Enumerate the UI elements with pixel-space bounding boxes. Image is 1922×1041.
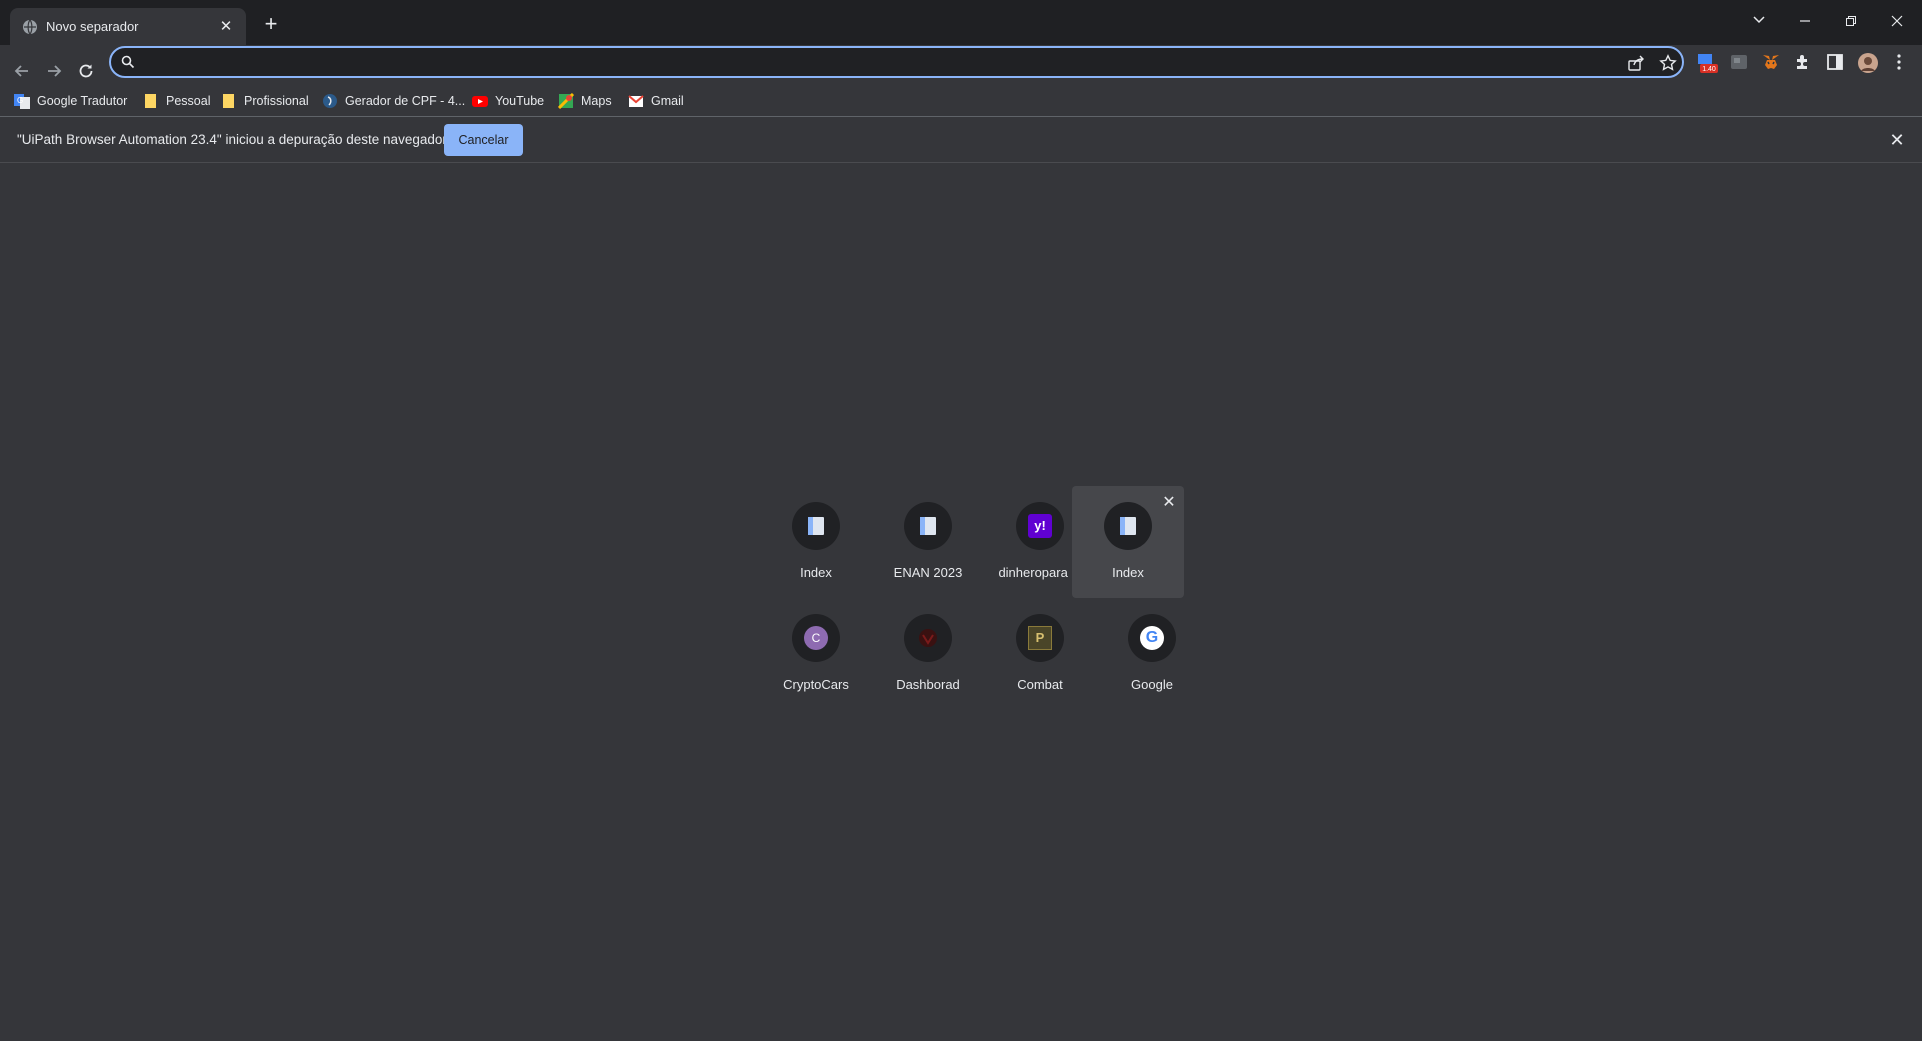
globe-icon xyxy=(23,19,37,35)
new-tab-button[interactable]: + xyxy=(260,13,282,35)
bookmark-label: YouTube xyxy=(495,94,545,108)
chevron-down-icon xyxy=(1753,16,1765,24)
svg-text:G: G xyxy=(17,96,23,105)
bookmark-youtube[interactable]: YouTube xyxy=(472,91,544,111)
close-window-button[interactable] xyxy=(1875,10,1919,36)
address-bar[interactable] xyxy=(109,46,1684,78)
yahoo-icon: y! xyxy=(1028,514,1052,538)
extension-gray-icon[interactable] xyxy=(1729,52,1749,72)
tile-label: Combat xyxy=(1017,677,1063,692)
tile-icon-circle xyxy=(904,502,952,550)
extensions-puzzle-icon[interactable] xyxy=(1793,52,1813,72)
back-button[interactable] xyxy=(8,57,36,85)
page-icon xyxy=(920,517,936,535)
tile-label: Dashborad xyxy=(896,677,960,692)
arrow-back-icon xyxy=(14,65,28,77)
combat-icon: P xyxy=(1028,626,1052,650)
shortcut-tile[interactable]: Index xyxy=(760,486,872,598)
profile-avatar[interactable] xyxy=(1857,52,1878,73)
bookmark-label: Gmail xyxy=(651,94,684,108)
search-icon xyxy=(121,55,135,69)
youtube-icon xyxy=(472,96,488,107)
menu-dots-icon[interactable] xyxy=(1889,52,1909,72)
shortcut-tile[interactable]: G Google xyxy=(1096,598,1208,710)
bookmark-google-tradutor[interactable]: G Google Tradutor xyxy=(14,91,127,111)
minimize-icon xyxy=(1800,20,1810,22)
infobar-message: "UiPath Browser Automation 23.4" iniciou… xyxy=(17,132,450,147)
page-icon xyxy=(1120,517,1136,535)
tab-title: Novo separador xyxy=(46,19,139,34)
share-icon[interactable] xyxy=(1627,54,1645,72)
restore-button[interactable] xyxy=(1829,10,1873,36)
cancel-button[interactable]: Cancelar xyxy=(444,124,523,156)
bookmark-label: Maps xyxy=(581,94,612,108)
gmail-icon xyxy=(628,95,644,107)
tile-icon-circle xyxy=(904,614,952,662)
tile-icon-circle: C xyxy=(792,614,840,662)
tile-label: Google xyxy=(1131,677,1173,692)
tile-label: Index xyxy=(800,565,832,580)
bookmark-label: Pessoal xyxy=(166,94,211,108)
shortcut-tile-hovered[interactable]: Index ✕ xyxy=(1072,486,1184,598)
infobar-close-icon[interactable]: ✕ xyxy=(1886,129,1908,151)
tab-close-icon[interactable]: ✕ xyxy=(216,17,236,37)
cryptocars-icon: C xyxy=(804,626,828,650)
bookmark-gerador-cpf[interactable]: Gerador de CPF - 4... xyxy=(322,91,465,111)
bookmark-folder-pessoal[interactable]: Pessoal xyxy=(143,91,210,111)
close-icon xyxy=(1891,15,1903,27)
tile-icon-circle: y! xyxy=(1016,502,1064,550)
bookmark-gmail[interactable]: Gmail xyxy=(628,91,684,111)
tile-label: Index xyxy=(1112,565,1144,580)
metamask-fox-icon[interactable] xyxy=(1761,52,1781,72)
tile-icon-circle: G xyxy=(1128,614,1176,662)
star-icon[interactable] xyxy=(1659,54,1677,72)
tab-search-button[interactable] xyxy=(1737,10,1781,36)
bookmark-label: Gerador de CPF - 4... xyxy=(345,94,466,108)
page-icon xyxy=(808,517,824,535)
remove-shortcut-icon[interactable]: ✕ xyxy=(1160,494,1178,512)
dashboard-icon xyxy=(919,629,937,647)
folder-icon xyxy=(223,94,234,108)
tile-icon-circle: P xyxy=(1016,614,1064,662)
bookmark-label: Google Tradutor xyxy=(37,94,128,108)
google-translate-icon: G xyxy=(14,94,30,109)
forward-button[interactable] xyxy=(40,57,68,85)
tab-novo-separador[interactable]: Novo separador ✕ xyxy=(10,8,246,46)
shortcut-tile[interactable]: Dashborad xyxy=(872,598,984,710)
bookmark-folder-profissional[interactable]: Profissional xyxy=(221,91,309,111)
debugging-infobar: "UiPath Browser Automation 23.4" iniciou… xyxy=(0,116,1922,163)
address-input[interactable] xyxy=(141,52,1595,74)
extension-badge: 1.40 xyxy=(1702,66,1716,73)
tile-icon-circle xyxy=(792,502,840,550)
shortcut-tile[interactable]: ENAN 2023 xyxy=(872,486,984,598)
maps-icon xyxy=(558,93,574,109)
reload-button[interactable] xyxy=(72,57,100,85)
google-icon: G xyxy=(1140,626,1164,650)
title-bar: Novo separador ✕ + xyxy=(0,0,1922,46)
tile-label: CryptoCars xyxy=(783,677,849,692)
minimize-button[interactable] xyxy=(1783,10,1827,36)
shortcut-tile[interactable]: P Combat xyxy=(984,598,1096,710)
tile-icon-circle xyxy=(1104,502,1152,550)
reload-icon xyxy=(79,64,93,78)
bookmark-maps[interactable]: Maps xyxy=(558,91,612,111)
bookmarks-bar: G Google Tradutor Pessoal Profissional G… xyxy=(0,86,1922,116)
arrow-forward-icon xyxy=(48,65,62,77)
bookmark-label: Profissional xyxy=(244,94,309,108)
side-panel-icon[interactable] xyxy=(1825,52,1845,72)
tile-label: ENAN 2023 xyxy=(893,565,963,580)
site-icon xyxy=(323,94,337,108)
extension-price-icon[interactable]: 1.40 xyxy=(1696,52,1718,73)
restore-icon xyxy=(1846,16,1856,26)
folder-icon xyxy=(145,94,156,108)
shortcut-tile[interactable]: C CryptoCars xyxy=(760,598,872,710)
